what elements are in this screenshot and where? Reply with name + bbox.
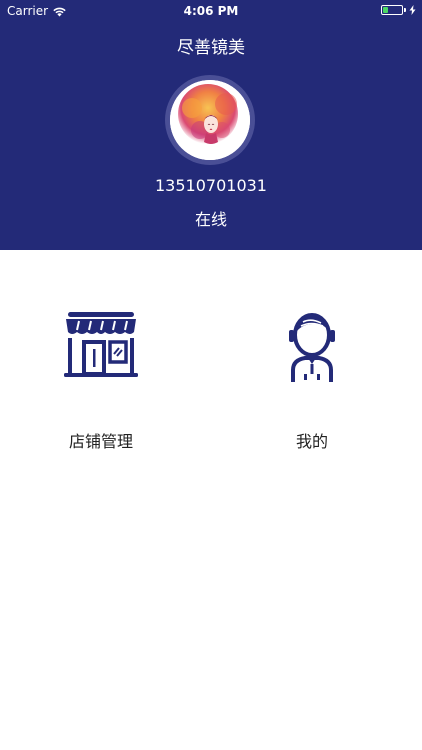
status-time: 4:06 PM bbox=[183, 4, 239, 18]
phone-number: 13510701031 bbox=[155, 176, 267, 195]
battery-icon bbox=[381, 5, 403, 15]
store-management-label: 店铺管理 bbox=[68, 432, 133, 451]
battery-indicator bbox=[381, 5, 416, 15]
battery-level bbox=[383, 7, 388, 13]
profile-header: Carrier 4:06 PM 尽善镜美 13510701031 在线 bbox=[0, 0, 422, 250]
user-headset-icon bbox=[289, 313, 335, 382]
avatar-illustration-icon bbox=[170, 80, 250, 160]
charging-bolt-icon bbox=[409, 5, 416, 15]
store-management-button[interactable]: 店铺管理 bbox=[31, 310, 171, 460]
my-profile-label: 我的 bbox=[295, 432, 328, 451]
my-profile-button[interactable]: 我的 bbox=[242, 310, 382, 460]
avatar[interactable] bbox=[170, 80, 250, 160]
page-title: 尽善镜美 bbox=[177, 38, 245, 58]
online-status: 在线 bbox=[194, 210, 227, 229]
app-screen: Carrier 4:06 PM 尽善镜美 13510701031 在线 店铺管理… bbox=[0, 0, 422, 750]
status-bar: Carrier 4:06 PM bbox=[0, 0, 422, 22]
battery-tip bbox=[404, 8, 406, 12]
avatar-ring[interactable] bbox=[165, 75, 255, 165]
storefront-icon bbox=[64, 312, 138, 377]
